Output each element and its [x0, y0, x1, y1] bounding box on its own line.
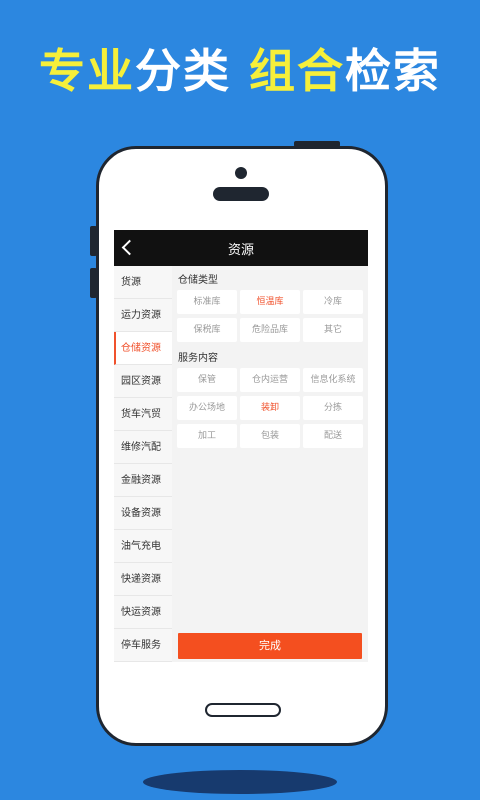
app-screen: 资源 货源 运力资源 仓储资源 园区资源 货车汽贸 维修汽配 金融资源 设备资源 油气充电 快递资… — [114, 230, 368, 662]
sidebar-item[interactable]: 金融资源 — [114, 464, 172, 497]
sidebar-item[interactable]: 维修汽配 — [114, 431, 172, 464]
service-option[interactable]: 办公场地 — [177, 396, 237, 420]
phone-shadow — [143, 770, 337, 794]
service-option[interactable]: 配送 — [303, 424, 363, 448]
done-button[interactable]: 完成 — [178, 633, 362, 659]
storage-type-option[interactable]: 保税库 — [177, 318, 237, 342]
service-option[interactable]: 仓内运营 — [240, 368, 300, 392]
sidebar-item[interactable]: 停车服务 — [114, 629, 172, 662]
promo-text-2: 分类 — [134, 44, 231, 98]
promo-headline: 专业分类 组合检索 — [0, 36, 480, 106]
service-options: 保管 仓内运营 信息化系统办公场地 装卸 分拣加工 包装 配送 — [177, 368, 368, 448]
service-option[interactable]: 保管 — [177, 368, 237, 392]
storage-type-option[interactable]: 冷库 — [303, 290, 363, 314]
sidebar-item[interactable]: 油气充电 — [114, 530, 172, 563]
service-option[interactable]: 包装 — [240, 424, 300, 448]
filter-panel: 仓储类型 标准库 恒温库 冷库保税库 危险品库 其它 服务内容 保管 仓内运营 信息化系统办… — [172, 266, 368, 662]
page-title: 资源 — [227, 242, 254, 258]
service-option[interactable]: 装卸 — [240, 396, 300, 420]
sidebar-item[interactable]: 快运资源 — [114, 596, 172, 629]
sidebar-item[interactable]: 园区资源 — [114, 365, 172, 398]
sidebar-item[interactable]: 运力资源 — [114, 299, 172, 332]
storage-type-options: 标准库 恒温库 冷库保税库 危险品库 其它 — [177, 290, 368, 342]
service-title: 服务内容 — [178, 353, 218, 364]
promo-text-1: 专业 — [38, 44, 135, 98]
storage-type-option[interactable]: 危险品库 — [240, 318, 300, 342]
title-bar: 资源 — [114, 230, 368, 266]
storage-type-option[interactable]: 恒温库 — [240, 290, 300, 314]
storage-type-option[interactable]: 其它 — [303, 318, 363, 342]
category-sidebar: 货源 运力资源 仓储资源 园区资源 货车汽贸 维修汽配 金融资源 设备资源 油气充电 快递资源 快运… — [114, 266, 172, 662]
sidebar-item[interactable]: 货车汽贸 — [114, 398, 172, 431]
storage-type-option[interactable]: 标准库 — [177, 290, 237, 314]
sidebar-item[interactable]: 设备资源 — [114, 497, 172, 530]
sidebar-item[interactable]: 快递资源 — [114, 563, 172, 596]
phone-home-button — [205, 703, 281, 717]
sidebar-item[interactable]: 货源 — [114, 266, 172, 299]
phone-speaker — [213, 187, 269, 201]
service-option[interactable]: 加工 — [177, 424, 237, 448]
storage-type-title: 仓储类型 — [178, 275, 218, 286]
chevron-left-icon[interactable] — [121, 239, 138, 256]
promo-text-3: 组合 — [249, 44, 345, 98]
promo-text-4: 检索 — [345, 44, 441, 98]
service-option[interactable]: 分拣 — [303, 396, 363, 420]
phone-camera — [235, 167, 247, 179]
sidebar-item[interactable]: 仓储资源 — [114, 332, 172, 365]
service-option[interactable]: 信息化系统 — [303, 368, 363, 392]
